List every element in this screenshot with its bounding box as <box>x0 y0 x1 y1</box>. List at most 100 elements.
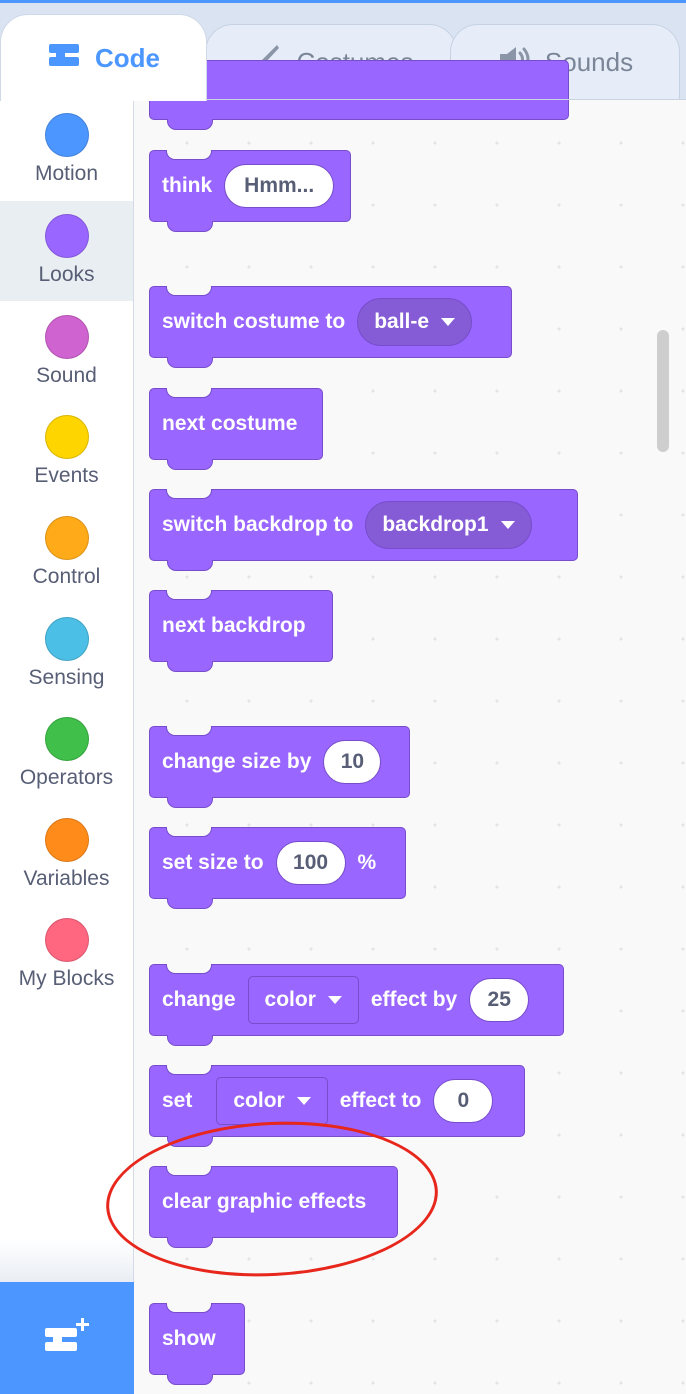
block-label: show <box>162 1327 216 1350</box>
category-dot <box>44 918 89 962</box>
block-label: set size to <box>162 851 264 874</box>
category-label: Looks <box>38 263 95 286</box>
category-label: Events <box>34 464 99 487</box>
block-label: change size by <box>162 750 312 773</box>
block-notch <box>166 964 212 974</box>
think-block[interactable]: think Hmm... <box>149 150 351 232</box>
block-tab <box>167 1372 213 1385</box>
costume-dropdown[interactable]: ball-e <box>357 298 473 346</box>
category-label: Motion <box>34 162 99 185</box>
size-set-input[interactable]: 100 <box>275 841 346 885</box>
code-blocks-icon <box>47 42 81 75</box>
category-dot <box>44 113 89 157</box>
add-extension-button[interactable] <box>0 1282 134 1394</box>
block-notch <box>166 150 212 160</box>
category-dot <box>44 617 89 661</box>
block-label: next backdrop <box>162 614 306 637</box>
block-label: clear graphic effects <box>162 1190 367 1213</box>
block-tab <box>167 795 213 808</box>
effect-dropdown[interactable]: color <box>216 1077 328 1125</box>
block-label: switch costume to <box>162 310 346 333</box>
category-looks[interactable]: Looks <box>0 201 133 301</box>
block-notch <box>166 590 212 600</box>
next-backdrop-block[interactable]: next backdrop <box>149 590 333 672</box>
block-tab <box>167 457 213 470</box>
backdrop-dropdown-value: backdrop1 <box>382 513 489 536</box>
chevron-down-icon <box>296 1097 311 1105</box>
block-label: set <box>162 1089 193 1112</box>
block-notch <box>166 489 212 499</box>
category-events[interactable]: Events <box>0 402 133 502</box>
category-sound[interactable]: Sound <box>0 302 133 402</box>
switch-backdrop-block[interactable]: switch backdrop to backdrop1 <box>149 489 578 571</box>
block-tab <box>167 219 213 232</box>
think-text-input[interactable]: Hmm... <box>224 164 335 208</box>
block-tab <box>167 1033 213 1046</box>
effect-change-input[interactable]: 25 <box>469 978 530 1022</box>
chevron-down-icon <box>327 996 342 1004</box>
set-effect-block[interactable]: set color effect to 0 <box>149 1065 525 1147</box>
show-block[interactable]: show <box>149 1303 245 1385</box>
change-effect-block[interactable]: change color effect by 25 <box>149 964 564 1046</box>
category-variables[interactable]: Variables <box>0 805 133 905</box>
palette-scrollbar[interactable] <box>657 330 669 452</box>
block-tab <box>167 558 213 571</box>
block-notch <box>166 388 212 398</box>
block-tab <box>167 117 213 130</box>
category-my-blocks[interactable]: My Blocks <box>0 905 133 1005</box>
block-label: effect by <box>370 988 458 1011</box>
category-sidebar: Motion Looks Sound Events Control Sensin… <box>0 100 134 1394</box>
block-label: next costume <box>162 412 298 435</box>
block-notch <box>166 827 212 837</box>
category-label: Control <box>32 565 101 588</box>
category-label: My Blocks <box>18 967 115 990</box>
effect-set-input[interactable]: 0 <box>433 1079 494 1123</box>
category-dot <box>44 415 89 459</box>
switch-costume-block[interactable]: switch costume to ball-e <box>149 286 512 368</box>
block-label: effect to <box>339 1089 422 1112</box>
size-change-input[interactable]: 10 <box>323 740 382 784</box>
block-label: think <box>162 174 213 197</box>
tab-code[interactable]: Code <box>0 14 207 101</box>
category-label: Sensing <box>28 666 105 689</box>
say-block-partial[interactable] <box>149 60 569 130</box>
next-costume-block[interactable]: next costume <box>149 388 323 470</box>
block-label: switch backdrop to <box>162 513 354 536</box>
category-dot <box>44 315 89 359</box>
category-dot <box>44 818 89 862</box>
block-tab <box>167 355 213 368</box>
category-dot <box>44 516 89 560</box>
category-label: Sound <box>36 364 97 387</box>
category-sensing[interactable]: Sensing <box>0 604 133 704</box>
block-tab <box>167 1235 213 1248</box>
effect-dropdown[interactable]: color <box>247 976 359 1024</box>
top-accent-line <box>0 0 686 3</box>
clear-graphic-effects-block[interactable]: clear graphic effects <box>149 1166 398 1248</box>
category-operators[interactable]: Operators <box>0 704 133 804</box>
add-extension-icon <box>43 1316 91 1361</box>
sidebar-fade <box>0 1240 133 1282</box>
block-tab <box>167 1134 213 1147</box>
effect-dropdown-value: color <box>233 1089 285 1112</box>
costume-dropdown-value: ball-e <box>374 310 430 333</box>
category-label: Variables <box>23 867 110 890</box>
block-notch <box>166 1065 212 1075</box>
block-tab <box>167 896 213 909</box>
chevron-down-icon <box>441 318 456 326</box>
category-dot <box>44 214 89 258</box>
category-motion[interactable]: Motion <box>0 100 133 200</box>
set-size-block[interactable]: set size to 100 % <box>149 827 406 909</box>
block-label: change <box>162 988 236 1011</box>
percent-label: % <box>357 851 377 874</box>
effect-dropdown-value: color <box>264 988 316 1011</box>
block-tab <box>167 659 213 672</box>
block-notch <box>166 726 212 736</box>
category-control[interactable]: Control <box>0 503 133 603</box>
block-notch <box>166 1166 212 1176</box>
backdrop-dropdown[interactable]: backdrop1 <box>365 501 532 549</box>
change-size-block[interactable]: change size by 10 <box>149 726 410 808</box>
block-notch <box>166 286 212 296</box>
block-notch <box>166 1303 212 1313</box>
category-label: Operators <box>19 766 114 789</box>
chevron-down-icon <box>500 521 515 529</box>
